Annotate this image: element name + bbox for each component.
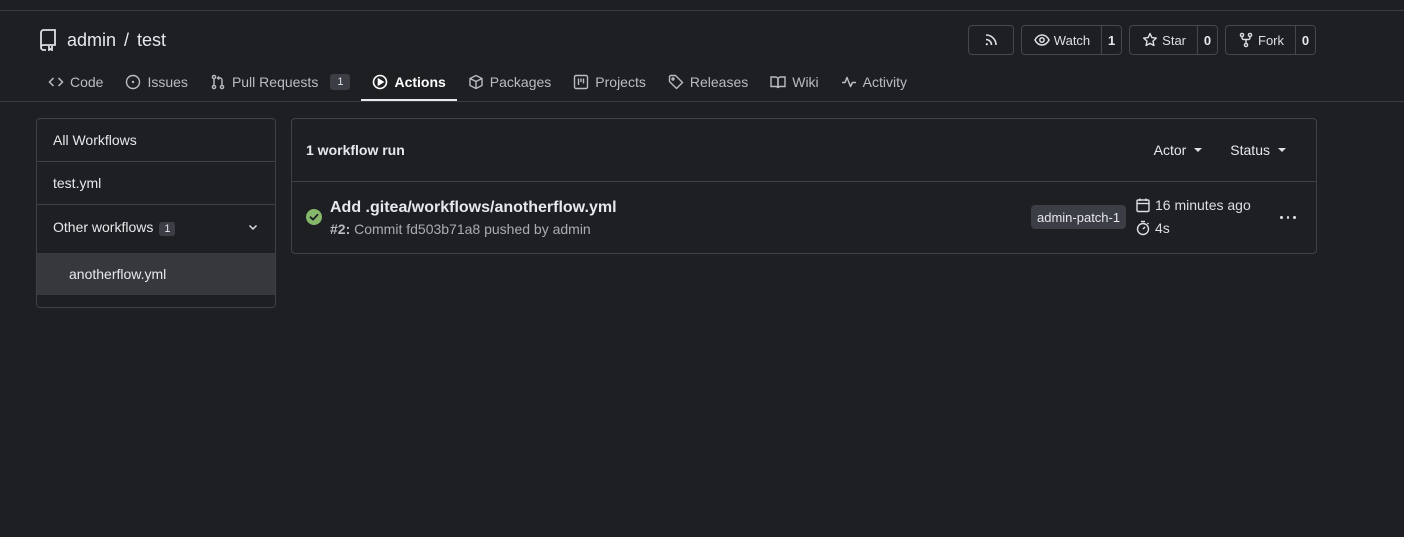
tab-packages[interactable]: Packages <box>457 63 562 101</box>
other-workflows-label: Other workflows <box>53 219 154 235</box>
branch-label[interactable]: admin-patch-1 <box>1031 205 1127 229</box>
repo-owner-link[interactable]: admin <box>67 30 116 51</box>
sidebar-group-other-workflows[interactable]: Other workflows 1 <box>37 205 275 249</box>
repo-separator: / <box>124 29 130 50</box>
tab-pull-requests-label: Pull Requests <box>231 74 319 90</box>
status-filter-label: Status <box>1230 142 1270 158</box>
watch-button-group: Watch 1 <box>1020 25 1123 55</box>
run-time-text: 16 minutes ago <box>1155 197 1251 213</box>
tab-pull-requests[interactable]: Pull Requests 1 <box>199 63 362 101</box>
repo-title: admin / test <box>67 30 166 51</box>
tab-releases-label: Releases <box>689 74 749 90</box>
fork-button-group: Fork 0 <box>1225 25 1316 55</box>
repo-actions: Watch 1 Star 0 Fork 0 <box>967 25 1316 55</box>
tab-actions-label: Actions <box>394 74 446 90</box>
star-button[interactable]: Star <box>1130 26 1198 54</box>
repo-tabs: Code Issues Pull Requests 1 Actions Pack… <box>37 63 918 101</box>
project-icon <box>574 74 589 90</box>
star-label: Star <box>1162 32 1186 48</box>
chevron-down-icon <box>248 224 258 231</box>
run-duration: 4s <box>1135 219 1251 237</box>
fork-count[interactable]: 0 <box>1296 26 1315 54</box>
tab-packages-label: Packages <box>489 74 552 90</box>
run-time: 16 minutes ago <box>1135 196 1251 214</box>
other-workflows-count: 1 <box>159 222 176 236</box>
tab-code[interactable]: Code <box>37 63 114 101</box>
tab-activity-label: Activity <box>862 74 908 90</box>
sidebar-item-test-yml[interactable]: test.yml <box>37 162 275 205</box>
runs-count-title: 1 workflow run <box>306 142 405 158</box>
sidebar-item-all-workflows[interactable]: All Workflows <box>37 119 275 162</box>
kebab-dot-icon <box>1286 215 1290 219</box>
tab-projects[interactable]: Projects <box>562 63 657 101</box>
status-filter-dropdown[interactable]: Status <box>1230 142 1286 158</box>
check-circle-icon <box>306 208 322 225</box>
run-meta: 16 minutes ago 4s <box>1135 196 1251 237</box>
stopwatch-icon <box>1136 220 1150 236</box>
tab-issues-label: Issues <box>147 74 188 90</box>
eye-icon <box>1033 34 1050 46</box>
play-icon <box>373 74 388 90</box>
tab-activity[interactable]: Activity <box>830 63 918 101</box>
tab-projects-label: Projects <box>595 74 646 90</box>
other-workflows-heading: Other workflows 1 <box>53 219 176 236</box>
star-count[interactable]: 0 <box>1198 26 1217 54</box>
repo-header: admin / test <box>37 26 166 54</box>
actor-filter-label: Actor <box>1153 142 1187 158</box>
package-icon <box>469 74 483 90</box>
run-description: #2: Commit fd503b71a8 pushed by admin <box>330 221 617 237</box>
book-icon <box>770 76 786 89</box>
tabs-divider <box>0 101 1404 102</box>
tab-wiki[interactable]: Wiki <box>759 63 829 101</box>
repo-name-link[interactable]: test <box>137 30 166 51</box>
runs-header: 1 workflow run Actor Status <box>292 119 1316 182</box>
fork-button[interactable]: Fork <box>1226 26 1296 54</box>
star-icon <box>1143 32 1158 47</box>
pull-requests-count-badge: 1 <box>330 74 351 90</box>
workflow-run-row: Add .gitea/workflows/anotherflow.yml #2:… <box>292 182 1316 253</box>
watch-label: Watch <box>1053 32 1091 48</box>
run-title-link[interactable]: Add .gitea/workflows/anotherflow.yml <box>330 199 617 217</box>
run-info: Add .gitea/workflows/anotherflow.yml #2:… <box>330 199 617 237</box>
pull-request-icon <box>211 74 225 90</box>
watch-button[interactable]: Watch <box>1022 26 1103 54</box>
fork-label: Fork <box>1258 32 1284 48</box>
run-more-options-button[interactable] <box>1278 207 1298 227</box>
kebab-dot-icon <box>1293 215 1297 219</box>
tab-issues[interactable]: Issues <box>114 63 198 101</box>
caret-down-icon <box>1278 148 1286 152</box>
run-number: #2: <box>330 220 351 237</box>
caret-down-icon <box>1194 148 1203 152</box>
workflow-runs-panel: 1 workflow run Actor Status Add .gitea/w… <box>291 118 1317 254</box>
repo-icon <box>37 28 59 52</box>
code-icon <box>48 77 64 87</box>
rss-button[interactable] <box>967 25 1014 55</box>
tab-wiki-label: Wiki <box>792 74 819 90</box>
fork-icon <box>1239 32 1253 48</box>
kebab-dot-icon <box>1280 215 1283 219</box>
tab-code-label: Code <box>70 74 104 90</box>
pulse-icon <box>841 76 856 88</box>
workflow-sidebar: All Workflows test.yml Other workflows 1 … <box>36 118 276 308</box>
sidebar-item-anotherflow-yml[interactable]: anotherflow.yml <box>37 253 275 295</box>
rss-icon <box>985 34 997 46</box>
runs-filters: Actor Status <box>1154 142 1302 158</box>
run-duration-text: 4s <box>1155 220 1170 236</box>
actor-filter-dropdown[interactable]: Actor <box>1154 142 1203 158</box>
tag-icon <box>668 74 684 90</box>
star-button-group: Star 0 <box>1129 25 1218 55</box>
tab-actions[interactable]: Actions <box>361 63 458 101</box>
watch-count[interactable]: 1 <box>1102 26 1121 54</box>
run-commit-text: Commit fd503b71a8 pushed by admin <box>354 220 591 237</box>
issue-icon <box>126 74 141 90</box>
tab-releases[interactable]: Releases <box>657 63 759 101</box>
calendar-icon <box>1136 198 1150 213</box>
top-divider <box>0 10 1404 11</box>
